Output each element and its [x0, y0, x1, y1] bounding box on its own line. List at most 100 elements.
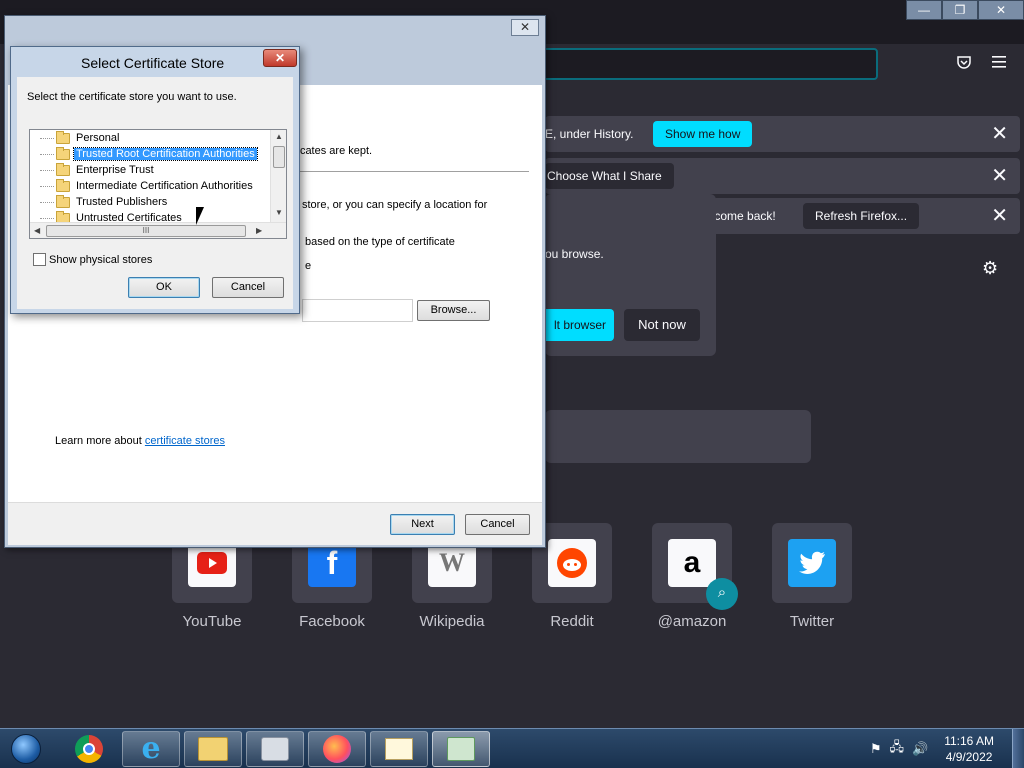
minimize-button[interactable]: —	[906, 0, 942, 20]
certificate-store-tree[interactable]: Personal Trusted Root Certification Auth…	[29, 129, 287, 239]
show-me-how-button[interactable]: Show me how	[653, 121, 753, 147]
clock-date: 4/9/2022	[945, 750, 993, 764]
close-notification-icon[interactable]: ✕	[991, 206, 1008, 226]
dialog-close-button[interactable]: ✕	[263, 49, 297, 67]
next-button[interactable]: Next	[390, 514, 455, 535]
dialog-content: Select the certificate store you want to…	[17, 77, 293, 309]
close-window-button[interactable]: ✕	[978, 0, 1024, 20]
top-site-box	[772, 523, 852, 603]
mouse-cursor-icon	[196, 207, 204, 225]
tree-item-enterprise-trust[interactable]: Enterprise Trust	[40, 162, 156, 178]
top-site-amazon[interactable]: a @amazon	[652, 523, 732, 630]
tree-connector	[40, 137, 54, 139]
wizard-text-store: store, or you can specify a location for	[302, 199, 488, 211]
action-center-flag-icon[interactable]: ⚑	[870, 741, 882, 757]
menu-hamburger-icon[interactable]	[989, 54, 1011, 76]
system-tray: ⚑ 🖧 🔊 11:16 AM 4/9/2022	[870, 729, 1024, 768]
tree-item-label: Trusted Root Certification Authorities	[73, 147, 258, 161]
taskbar-file-explorer[interactable]	[184, 731, 242, 767]
scroll-up-arrow-icon[interactable]: ▲	[275, 132, 283, 141]
tree-item-personal[interactable]: Personal	[40, 130, 121, 146]
wizard-text-type-2: e	[305, 260, 312, 272]
tree-item-trusted-root[interactable]: Trusted Root Certification Authorities	[40, 146, 258, 162]
folder-icon	[198, 737, 228, 761]
close-notification-icon[interactable]: ✕	[991, 166, 1008, 186]
taskbar-app-4[interactable]	[246, 731, 304, 767]
refresh-firefox-button[interactable]: Refresh Firefox...	[803, 203, 920, 229]
internet-explorer-icon: e	[141, 731, 161, 766]
url-bar[interactable]	[540, 48, 878, 80]
gear-icon[interactable]: ⚙	[982, 258, 998, 279]
tree-connector	[40, 169, 54, 171]
welcome-text: ou browse.	[545, 247, 604, 261]
folder-icon	[56, 146, 70, 160]
top-site-label: Facebook	[299, 613, 365, 630]
tree-item-label: Trusted Publishers	[76, 196, 168, 208]
top-site-label: Wikipedia	[419, 613, 485, 630]
restore-button[interactable]: ❐	[942, 0, 978, 20]
window-controls: — ❐ ✕	[906, 0, 1024, 20]
wizard-cancel-button[interactable]: Cancel	[465, 514, 530, 535]
application-icon	[261, 737, 289, 761]
divider	[293, 171, 529, 172]
network-icon[interactable]: 🖧	[890, 738, 905, 760]
scroll-right-arrow-icon[interactable]: ▶	[256, 226, 262, 235]
dialog-title: Select Certificate Store	[81, 55, 225, 71]
select-certificate-store-dialog: Select Certificate Store ✕ Select the ce…	[10, 46, 300, 314]
top-site-label: @amazon	[657, 613, 727, 630]
dialog-instruction: Select the certificate store you want to…	[27, 91, 237, 103]
certificate-wizard-icon	[447, 737, 475, 761]
twitter-icon	[788, 539, 836, 587]
taskbar-internet-explorer[interactable]: e	[122, 731, 180, 767]
folder-icon	[56, 162, 70, 176]
folder-icon	[56, 130, 70, 144]
taskbar-certificate-manager[interactable]	[370, 731, 428, 767]
top-site-label: YouTube	[182, 613, 242, 630]
show-physical-stores-option[interactable]: Show physical stores	[33, 253, 152, 266]
notification-bar-privacy: Choose What I Share ✕	[545, 158, 1020, 194]
choose-what-i-share-button[interactable]: Choose What I Share	[545, 163, 674, 189]
tree-item-label: Intermediate Certification Authorities	[76, 180, 253, 192]
tree-item-trusted-publishers[interactable]: Trusted Publishers	[40, 194, 169, 210]
certificate-stores-link[interactable]: certificate stores	[145, 435, 225, 447]
tree-connector	[40, 153, 54, 155]
wizard-footer: Next Cancel	[8, 502, 542, 545]
top-site-twitter[interactable]: Twitter	[772, 523, 852, 630]
search-shortcut-icon: ⌕	[706, 578, 738, 610]
make-default-browser-button[interactable]: lt browser	[545, 309, 614, 341]
folder-icon	[56, 194, 70, 208]
show-desktop-button[interactable]	[1012, 729, 1024, 768]
clock[interactable]: 11:16 AM 4/9/2022	[944, 733, 994, 765]
show-physical-stores-checkbox[interactable]	[33, 253, 46, 266]
horizontal-scroll-thumb[interactable]: III	[46, 225, 246, 237]
taskbar-certificate-import-wizard[interactable]	[432, 731, 490, 767]
horizontal-scrollbar[interactable]: ◀ III ▶	[30, 222, 286, 238]
notification-text: E, under History.	[545, 127, 634, 141]
scroll-left-arrow-icon[interactable]: ◀	[34, 226, 40, 235]
taskbar-firefox[interactable]	[308, 731, 366, 767]
tree-item-intermediate[interactable]: Intermediate Certification Authorities	[40, 178, 255, 194]
learn-more-text: Learn more about certificate stores	[55, 435, 225, 447]
start-button[interactable]	[6, 731, 46, 767]
browse-button[interactable]: Browse...	[417, 300, 490, 321]
wizard-close-button[interactable]: ✕	[511, 19, 539, 36]
ok-button[interactable]: OK	[128, 277, 200, 298]
dialog-cancel-button[interactable]: Cancel	[212, 277, 284, 298]
certificate-store-field[interactable]	[302, 299, 413, 322]
notification-bar-history: E, under History. Show me how ✕	[545, 116, 1020, 152]
close-notification-icon[interactable]: ✕	[991, 124, 1008, 144]
windows-logo-icon	[11, 734, 41, 764]
taskbar-chrome[interactable]	[60, 731, 118, 767]
not-now-button[interactable]: Not now	[624, 309, 700, 341]
volume-icon[interactable]: 🔊	[912, 741, 928, 757]
vertical-scrollbar[interactable]: ▲ ▼	[270, 130, 286, 222]
folder-icon	[56, 178, 70, 192]
amazon-icon: a	[668, 539, 716, 587]
new-tab-search-box[interactable]	[545, 410, 811, 463]
tree-connector	[40, 185, 54, 187]
certificate-icon	[385, 738, 413, 760]
vertical-scroll-thumb[interactable]	[273, 146, 285, 168]
top-site-label: Reddit	[550, 613, 594, 630]
scroll-down-arrow-icon[interactable]: ▼	[275, 208, 283, 217]
pocket-icon[interactable]	[953, 54, 975, 76]
